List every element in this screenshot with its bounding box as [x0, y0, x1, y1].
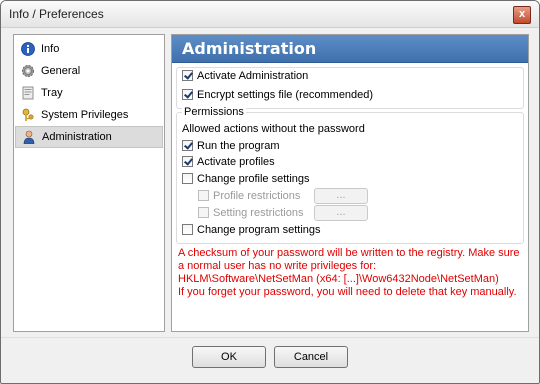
tray-icon [22, 86, 34, 100]
sidebar-item-administration[interactable]: Administration [15, 126, 163, 148]
window-title: Info / Preferences [9, 7, 104, 21]
sidebar: Info General Tray System Privileges Admi… [13, 34, 165, 332]
keys-icon [22, 108, 34, 121]
activate-administration-checkbox[interactable]: Activate Administration [182, 68, 308, 84]
encrypt-settings-checkbox[interactable]: Encrypt settings file (recommended) [182, 87, 373, 103]
sidebar-item-info[interactable]: Info [15, 38, 163, 60]
checkbox-box[interactable] [182, 173, 193, 184]
change-program-settings-checkbox[interactable]: Change program settings [182, 222, 321, 238]
checkbox-box[interactable] [182, 156, 193, 167]
profile-restrictions-checkbox[interactable]: Profile restrictions [198, 188, 300, 204]
checkbox-box[interactable] [182, 70, 193, 81]
sidebar-item-label: General [41, 65, 81, 77]
sidebar-item-label: Info [41, 43, 60, 55]
sidebar-item-tray[interactable]: Tray [15, 82, 163, 104]
sidebar-item-general[interactable]: General [15, 60, 163, 82]
sidebar-item-label: Tray [41, 87, 63, 99]
gear-icon [22, 65, 34, 77]
preferences-window: Info / Preferences x Info General Tray S… [0, 0, 540, 384]
password-warning: A checksum of your password will be writ… [178, 247, 522, 299]
profile-restrictions-button[interactable]: ... [314, 188, 368, 204]
page-title: Administration [182, 39, 317, 58]
checkbox-box[interactable] [198, 190, 209, 201]
setting-restrictions-button[interactable]: ... [314, 205, 368, 221]
change-profile-settings-checkbox[interactable]: Change profile settings [182, 171, 310, 187]
title-bar[interactable]: Info / Preferences x [1, 1, 539, 28]
administration-panel: Administration Activate Administration E… [171, 34, 529, 332]
checkbox-box[interactable] [182, 140, 193, 151]
run-program-checkbox[interactable]: Run the program [182, 138, 280, 154]
close-icon: x [518, 8, 526, 20]
permissions-subtitle: Allowed actions without the password [182, 123, 365, 135]
close-button[interactable]: x [513, 6, 531, 24]
info-icon [21, 42, 35, 56]
warning-line: HKLM\Software\NetSetMan (x64: [...]\Wow6… [178, 273, 499, 285]
sidebar-item-system-privileges[interactable]: System Privileges [15, 104, 163, 126]
footer-divider [1, 337, 539, 338]
checkbox-box[interactable] [182, 89, 193, 100]
checkbox-box[interactable] [182, 224, 193, 235]
panel-header: Administration [172, 35, 528, 63]
warning-line: A checksum of your password will be writ… [178, 247, 520, 259]
permissions-group-title: Permissions [182, 106, 246, 118]
checkbox-box[interactable] [198, 207, 209, 218]
sidebar-item-label: Administration [42, 131, 112, 143]
warning-line: If you forget your password, you will ne… [178, 286, 517, 298]
warning-line: a normal user has no write privileges fo… [178, 260, 377, 272]
ok-button[interactable]: OK [192, 346, 266, 368]
sidebar-item-label: System Privileges [41, 109, 129, 121]
setting-restrictions-checkbox[interactable]: Setting restrictions [198, 205, 303, 221]
admin-user-icon [23, 130, 35, 144]
cancel-button[interactable]: Cancel [274, 346, 348, 368]
activate-profiles-checkbox[interactable]: Activate profiles [182, 154, 275, 170]
